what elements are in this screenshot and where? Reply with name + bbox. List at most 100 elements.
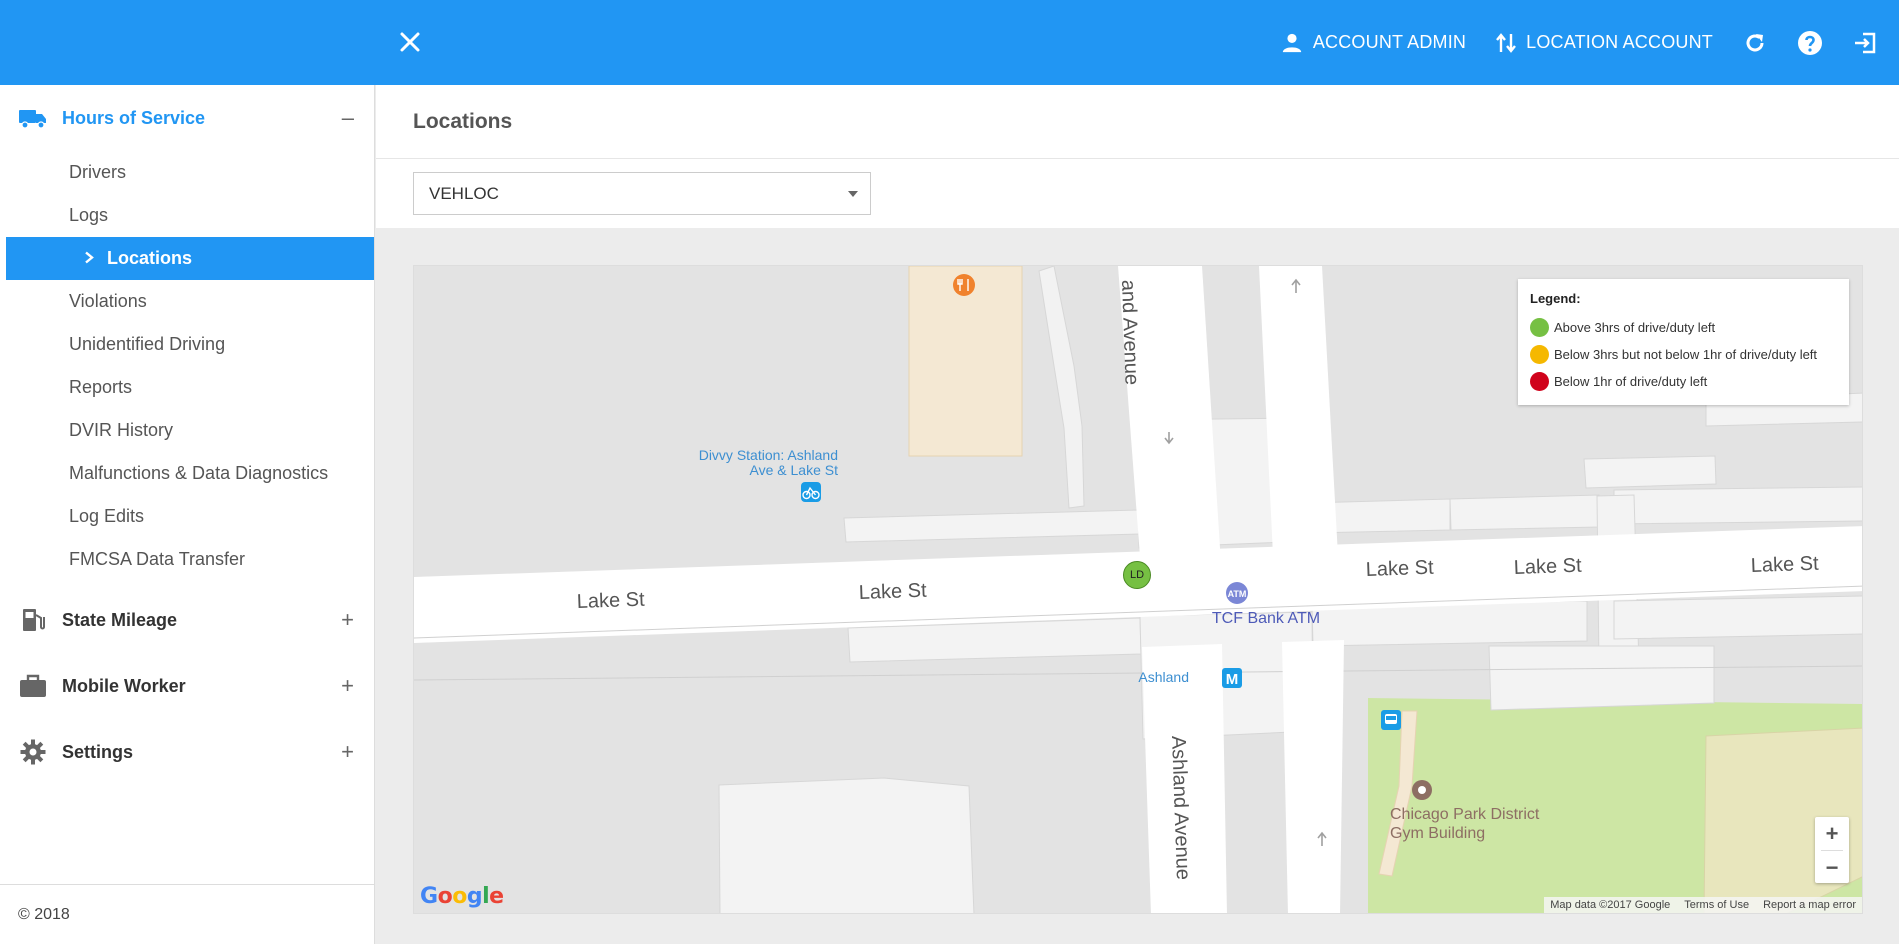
swap-vertical-icon xyxy=(1496,32,1517,53)
poi-label: Ashland xyxy=(1138,669,1189,685)
section-label: Settings xyxy=(62,741,134,762)
status-dot-red xyxy=(1530,372,1549,391)
section-label: Hours of Service xyxy=(62,107,206,128)
street-label: Lake St xyxy=(576,589,645,613)
close-icon xyxy=(400,32,420,52)
person-icon xyxy=(1282,33,1301,52)
street-label: Lake St xyxy=(1365,557,1434,581)
chevron-right-icon xyxy=(84,248,94,269)
sidebar-item-violations[interactable]: Violations xyxy=(0,280,374,323)
help-button[interactable] xyxy=(1797,30,1823,56)
sidebar-item-unidentified-driving[interactable]: Unidentified Driving xyxy=(0,323,374,366)
close-sidebar-button[interactable] xyxy=(394,26,426,58)
sidebar-item-dvir-history[interactable]: DVIR History xyxy=(0,409,374,452)
zoom-in-button[interactable]: + xyxy=(1815,817,1849,850)
zoom-out-button[interactable]: − xyxy=(1815,851,1849,884)
gear-icon xyxy=(18,737,48,767)
map-attribution: Map data ©2017 Google Terms of Use Repor… xyxy=(1544,897,1862,913)
location-account-label: LOCATION ACCOUNT xyxy=(1526,32,1713,52)
sidebar-item-malfunctions[interactable]: Malfunctions & Data Diagnostics xyxy=(0,452,374,495)
expand-toggle[interactable]: + xyxy=(341,739,354,765)
bike-share-icon[interactable] xyxy=(801,482,821,502)
avenue-label: and Avenue xyxy=(1117,279,1143,385)
legend-title: Legend: xyxy=(1530,291,1581,306)
page-title: Locations xyxy=(413,109,513,133)
status-dot-yellow xyxy=(1530,345,1549,364)
building-block xyxy=(1613,595,1862,640)
svg-text:M: M xyxy=(1226,671,1239,688)
legend-label: Above 3hrs of drive/duty left xyxy=(1554,320,1716,335)
metro-station-icon[interactable]: M xyxy=(1222,668,1242,688)
sidebar-item-log-edits[interactable]: Log Edits xyxy=(0,495,374,538)
hours-of-service-items: Drivers Logs Locations Violations Uniden… xyxy=(0,151,374,587)
collapse-toggle[interactable]: – xyxy=(342,105,354,131)
park-gym-icon[interactable] xyxy=(1412,780,1432,800)
select-value: VEHLOC xyxy=(429,183,499,203)
briefcase-icon xyxy=(18,671,48,701)
google-logo[interactable]: Google xyxy=(420,884,504,909)
map-data-credit: Map data ©2017 Google xyxy=(1550,899,1671,911)
section-mobile-worker[interactable]: Mobile Worker + xyxy=(0,653,374,719)
section-state-mileage[interactable]: State Mileage + xyxy=(0,587,374,653)
truck-icon xyxy=(18,103,48,133)
logout-icon xyxy=(1855,32,1876,53)
vehicle-location-marker[interactable]: LD xyxy=(1123,561,1151,589)
top-app-bar: ACCOUNT ADMIN LOCATION ACCOUNT xyxy=(0,0,1899,85)
section-label: State Mileage xyxy=(62,609,178,630)
building-block xyxy=(1449,494,1601,531)
sidebar: Hours of Service – Drivers Logs Location… xyxy=(0,85,375,944)
map-view[interactable]: Lake St Lake St Lake St Lake St Lake St … xyxy=(413,265,1863,914)
zoom-control: + − xyxy=(1815,817,1849,883)
poi-label: Chicago Park District xyxy=(1390,806,1540,823)
poi-label: Divvy Station: Ashland xyxy=(699,447,838,463)
location-account-button[interactable]: LOCATION ACCOUNT xyxy=(1496,32,1713,54)
legend-label: Below 1hr of drive/duty left xyxy=(1554,374,1708,389)
poi-label: Gym Building xyxy=(1390,825,1485,842)
section-settings[interactable]: Settings + xyxy=(0,719,374,785)
copyright-footer: © 2018 xyxy=(0,884,374,944)
building-block xyxy=(1583,455,1717,489)
help-icon xyxy=(1798,30,1822,55)
report-map-error-link[interactable]: Report a map error xyxy=(1763,899,1856,911)
building-block xyxy=(1488,645,1715,711)
sidebar-item-reports[interactable]: Reports xyxy=(0,366,374,409)
main-content: Locations VEHLOC Lake St Lake St Lake St… xyxy=(376,85,1899,944)
expand-toggle[interactable]: + xyxy=(341,607,354,633)
bus-stop-icon[interactable] xyxy=(1381,710,1401,730)
street-label: Lake St xyxy=(858,580,927,604)
refresh-icon xyxy=(1746,33,1764,51)
road-ashland-south-2 xyxy=(1282,640,1344,913)
legend-row: Above 3hrs of drive/duty left xyxy=(1530,314,1837,341)
sidebar-item-drivers[interactable]: Drivers xyxy=(0,151,374,194)
restaurant-icon[interactable] xyxy=(953,274,975,296)
refresh-button[interactable] xyxy=(1743,31,1767,55)
sidebar-item-label: Locations xyxy=(107,248,193,268)
terms-of-use-link[interactable]: Terms of Use xyxy=(1684,899,1749,911)
street-label: Lake St xyxy=(1750,553,1819,577)
legend-row: Below 1hr of drive/duty left xyxy=(1530,368,1837,395)
street-label: Lake St xyxy=(1513,555,1582,579)
building-block xyxy=(1613,486,1862,525)
filter-bar: VEHLOC xyxy=(376,159,1899,228)
building-block xyxy=(718,777,975,913)
page-header: Locations xyxy=(376,85,1899,159)
logout-button[interactable] xyxy=(1853,31,1877,55)
section-label: Mobile Worker xyxy=(62,675,186,696)
sidebar-item-logs[interactable]: Logs xyxy=(0,194,374,237)
poi-label: Ave & Lake St xyxy=(750,462,839,478)
section-hours-of-service[interactable]: Hours of Service – xyxy=(0,85,374,151)
fuel-pump-icon xyxy=(18,605,48,635)
account-admin-label: ACCOUNT ADMIN xyxy=(1312,32,1467,52)
location-type-select[interactable]: VEHLOC xyxy=(413,172,871,215)
top-actions: ACCOUNT ADMIN LOCATION ACCOUNT xyxy=(1251,0,1877,85)
account-admin-button[interactable]: ACCOUNT ADMIN xyxy=(1281,32,1466,54)
svg-text:ATM: ATM xyxy=(1228,589,1247,599)
dropdown-caret-icon xyxy=(848,191,858,197)
map-legend: Legend: Above 3hrs of drive/duty left Be… xyxy=(1518,279,1849,405)
legend-row: Below 3hrs but not below 1hr of drive/du… xyxy=(1530,341,1837,368)
expand-toggle[interactable]: + xyxy=(341,673,354,699)
sidebar-item-fmcsa-data-transfer[interactable]: FMCSA Data Transfer xyxy=(0,538,374,581)
legend-label: Below 3hrs but not below 1hr of drive/du… xyxy=(1554,347,1818,362)
atm-icon[interactable]: ATM xyxy=(1226,582,1248,604)
sidebar-item-locations[interactable]: Locations xyxy=(6,237,374,280)
